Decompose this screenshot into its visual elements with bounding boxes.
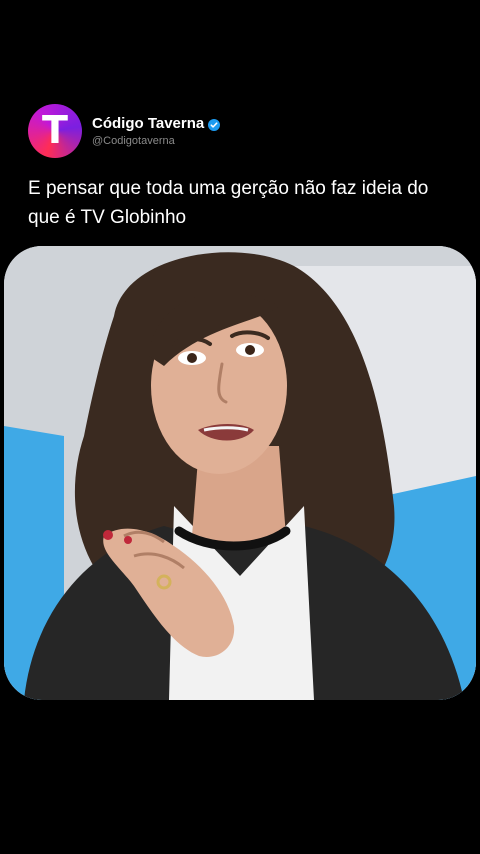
post-media[interactable]: [4, 246, 476, 700]
post-text: E pensar que toda uma gerção não faz ide…: [28, 178, 429, 228]
author-display-name[interactable]: Código Taverna: [92, 115, 204, 132]
avatar[interactable]: T: [28, 104, 82, 158]
author-info: Código Taverna @Codigotaverna: [92, 115, 221, 147]
avatar-letter: T: [42, 108, 68, 152]
post-header: T Código Taverna @Codigotaverna: [28, 104, 221, 158]
author-handle[interactable]: @Codigotaverna: [92, 135, 220, 147]
media-image: [4, 246, 476, 700]
name-row: Código Taverna: [92, 115, 221, 132]
verified-badge-icon: [208, 118, 221, 131]
